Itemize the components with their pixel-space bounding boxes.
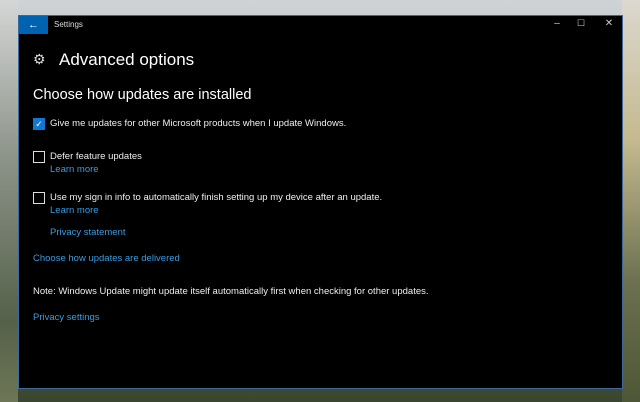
checkbox-sign-in-info[interactable] bbox=[33, 192, 45, 204]
learn-more-link[interactable]: Learn more bbox=[50, 164, 99, 175]
maximize-button[interactable]: ☐ bbox=[571, 18, 591, 29]
privacy-settings-link[interactable]: Privacy settings bbox=[33, 312, 100, 323]
gear-icon: ⚙ bbox=[33, 51, 46, 67]
page-title: Advanced options bbox=[59, 50, 195, 69]
choose-delivery-link[interactable]: Choose how updates are delivered bbox=[33, 253, 180, 264]
learn-more-link[interactable]: Learn more bbox=[50, 205, 99, 216]
arrow-left-icon: ← bbox=[28, 19, 39, 31]
option-label: Give me updates for other Microsoft prod… bbox=[50, 118, 347, 129]
title-bar: ← Settings – ☐ ✕ bbox=[19, 16, 622, 34]
option-label: Use my sign in info to automatically fin… bbox=[50, 192, 383, 203]
note-text: Note: Windows Update might update itself… bbox=[33, 286, 429, 297]
back-button[interactable]: ← bbox=[19, 16, 48, 34]
minimize-button[interactable]: – bbox=[547, 18, 567, 29]
desktop-background-left bbox=[0, 0, 18, 402]
checkmark-icon: ✓ bbox=[35, 119, 43, 129]
checkbox-other-products[interactable]: ✓ bbox=[33, 118, 45, 130]
option-label: Defer feature updates bbox=[50, 151, 142, 162]
section-heading: Choose how updates are installed bbox=[33, 87, 252, 103]
close-button[interactable]: ✕ bbox=[599, 18, 619, 29]
checkbox-defer-feature-updates[interactable] bbox=[33, 151, 45, 163]
window-title: Settings bbox=[54, 20, 83, 29]
privacy-statement-link[interactable]: Privacy statement bbox=[50, 227, 126, 238]
desktop-background-right bbox=[622, 0, 640, 402]
settings-window: ← Settings – ☐ ✕ ⚙ Advanced options Choo… bbox=[18, 15, 623, 389]
